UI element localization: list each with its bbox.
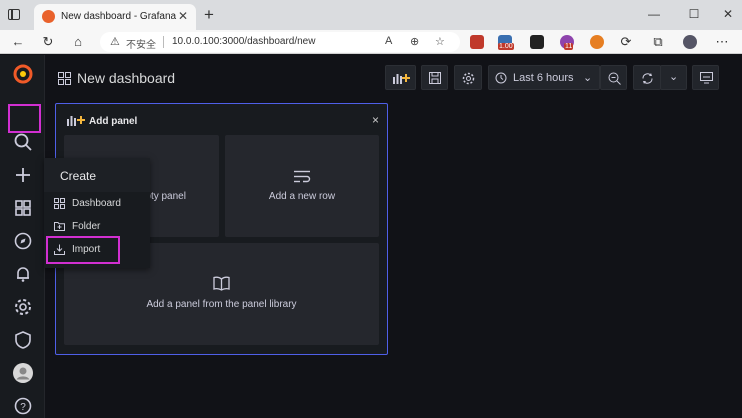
back-arrow-icon[interactable]: ← [10,34,26,50]
compass-explore-icon[interactable] [12,230,34,252]
security-label[interactable]: 不安全 [126,36,156,51]
gear-icon [462,72,475,85]
refresh-icon[interactable]: ↻ [40,34,56,50]
extension-badge-count: 11 [564,43,574,50]
minimize-button[interactable]: — [646,6,662,22]
chevron-down-icon: ⌄ [669,71,679,83]
dashboards-grid-icon[interactable] [12,197,34,219]
address-bar-row: ← ↻ ⌂ ⚠ 不安全 10.0.0.100:3000/dashboard/ne… [0,30,742,54]
save-icon [429,72,441,84]
add-new-row-label: Add a new row [268,191,336,202]
grafana-favicon-icon [42,10,55,23]
shield-icon[interactable] [12,329,34,351]
tab-close-button[interactable]: ✕ [178,9,188,23]
menu-item-dashboard[interactable]: Dashboard [52,193,142,215]
dashboard-grid-icon [58,72,71,85]
tab-title: New dashboard - Grafana [61,11,177,22]
bell-alerting-icon[interactable] [12,263,34,285]
zoom-out-button[interactable] [600,65,627,90]
new-row-icon [294,170,311,183]
new-tab-button[interactable]: + [200,6,218,24]
extension-icon-3[interactable] [590,35,604,49]
plus-icon[interactable] [12,164,34,186]
create-button-highlight [8,104,41,133]
gear-icon[interactable] [12,296,34,318]
clock-icon [495,72,507,84]
browser-tab[interactable]: New dashboard - Grafana ✕ [34,4,196,30]
profile-avatar-icon[interactable] [683,35,697,49]
tab-actions-icon[interactable] [8,9,20,20]
close-icon[interactable]: × [372,113,379,127]
tv-mode-button[interactable] [692,65,719,90]
chevron-down-icon: ⌄ [583,72,593,84]
time-range-picker[interactable]: Last 6 hours ⌄ [488,65,600,90]
collections-icon[interactable]: ⧉ [650,34,666,50]
zoom-icon[interactable]: ⊕ [410,35,419,48]
svg-text:?: ? [20,402,26,413]
zoom-out-icon [608,72,621,85]
extension-icon-1[interactable]: 1.00 [498,35,514,50]
help-icon[interactable]: ? [12,395,34,417]
menu-item-folder[interactable]: Folder [52,216,142,238]
sync-icon [642,73,653,84]
grafana-logo-icon[interactable] [12,63,34,85]
import-highlight [46,236,120,264]
monitor-icon [700,72,713,84]
add-library-panel-label: Add a panel from the panel library [146,299,297,310]
extensions-icon[interactable]: ⟳ [618,34,634,50]
close-window-button[interactable]: ✕ [720,6,736,22]
maximize-button[interactable]: ☐ [686,6,702,22]
extension-badge: 1.00 [498,43,514,50]
refresh-interval-dropdown[interactable]: ⌄ [660,65,687,90]
save-dashboard-button[interactable] [421,65,448,90]
dashboard-settings-button[interactable] [454,65,482,90]
favorite-star-icon[interactable]: ☆ [435,35,445,48]
read-aloud-icon[interactable]: A [385,35,392,47]
time-range-label: Last 6 hours [513,72,574,84]
divider [163,36,164,48]
add-panel-icon [393,74,410,84]
add-new-row-tile[interactable]: Add a new row [225,135,379,237]
menu-item-label: Dashboard [72,198,121,209]
dashboard-title[interactable]: New dashboard [77,70,175,86]
add-panel-button[interactable] [385,65,416,90]
extension-icon-2[interactable]: 11 [560,35,574,50]
add-panel-title: Add panel [89,116,138,127]
add-panel-icon [67,116,85,126]
tab-strip: New dashboard - Grafana ✕ + — ☐ ✕ [0,0,742,30]
extension-ublock-icon[interactable] [470,35,484,49]
search-icon[interactable] [12,131,34,153]
more-menu-icon[interactable]: ⋯ [714,34,730,50]
refresh-dashboard-button[interactable] [633,65,661,90]
avatar[interactable] [12,362,34,384]
create-menu-title[interactable]: Create [60,169,96,183]
url-text[interactable]: 10.0.0.100:3000/dashboard/new [172,36,315,47]
book-open-icon [213,276,230,291]
menu-item-label: Folder [72,221,101,232]
warning-icon[interactable]: ⚠ [110,35,120,48]
address-bar[interactable]: ⚠ 不安全 10.0.0.100:3000/dashboard/new A ⊕ … [100,32,460,52]
home-icon[interactable]: ⌂ [70,34,86,50]
extension-evernote-icon[interactable] [530,35,544,49]
browser-window: New dashboard - Grafana ✕ + — ☐ ✕ ← ↻ ⌂ … [0,0,742,418]
apps-icon [54,198,65,209]
folder-plus-icon [54,222,65,231]
